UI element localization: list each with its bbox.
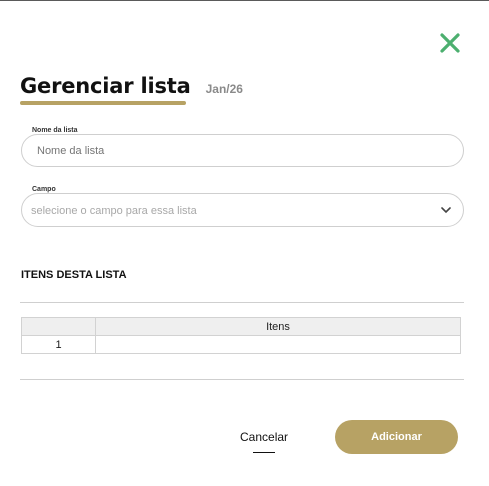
- add-button[interactable]: Adicionar: [335, 420, 458, 454]
- header: Gerenciar lista Jan/26: [20, 74, 243, 105]
- list-name-label: Nome da lista: [30, 127, 80, 134]
- campo-label: Campo: [30, 186, 58, 193]
- list-name-field[interactable]: Nome da lista: [21, 127, 464, 167]
- campo-placeholder: selecione o campo para essa lista: [31, 205, 197, 217]
- chevron-down-icon: [441, 207, 451, 214]
- campo-select[interactable]: Campo selecione o campo para essa lista: [21, 186, 464, 227]
- cancel-underline: [253, 452, 275, 453]
- list-name-input[interactable]: [35, 144, 439, 158]
- table-header-row: Itens: [21, 317, 461, 336]
- divider: [20, 302, 464, 303]
- items-table: Itens 1: [21, 317, 461, 354]
- table-row: 1: [21, 335, 461, 354]
- top-border: [0, 0, 489, 1]
- item-cell[interactable]: [95, 335, 461, 354]
- row-index: 1: [21, 335, 96, 354]
- period-label: Jan/26: [205, 82, 243, 96]
- corner-header: [21, 317, 96, 336]
- cancel-button[interactable]: Cancelar: [240, 430, 288, 444]
- section-title: ITENS DESTA LISTA: [21, 269, 127, 281]
- divider: [20, 379, 464, 380]
- page-title: Gerenciar lista: [20, 74, 191, 105]
- column-header-itens: Itens: [95, 317, 461, 336]
- close-button[interactable]: [437, 30, 463, 56]
- close-icon: [440, 33, 460, 53]
